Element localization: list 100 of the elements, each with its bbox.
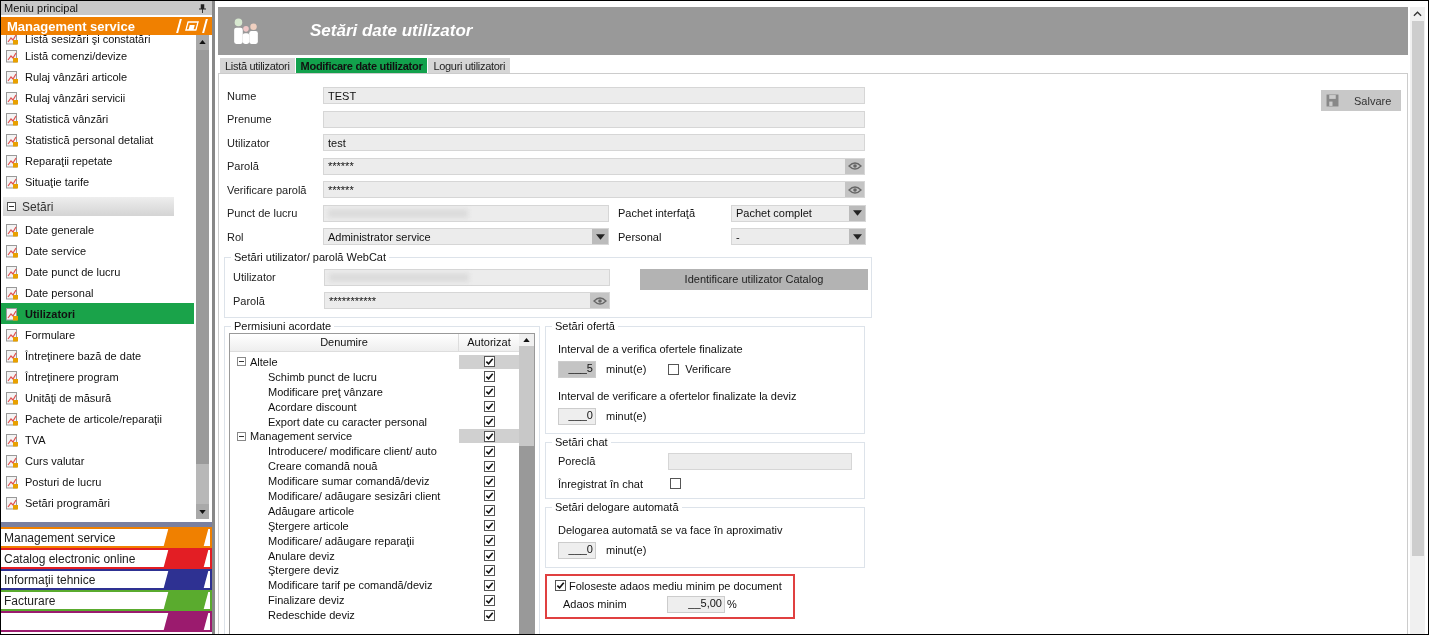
checkbox[interactable] [483,460,495,472]
text-field[interactable] [668,452,852,470]
checkbox[interactable] [483,594,495,606]
identify-button[interactable]: Identificare utilizator Catalog [640,268,868,290]
checkbox[interactable] [483,475,495,487]
menu-item[interactable]: Listă comenzi/devize [1,45,196,66]
checkbox[interactable] [483,401,495,413]
scrollbar[interactable] [196,35,209,519]
document-chart-icon [5,90,19,105]
scroll-down-icon[interactable] [199,510,206,514]
checkbox[interactable] [483,535,495,547]
menu-item[interactable]: Situaţie tarife [1,171,196,192]
tree-node[interactable]: Altele [230,355,459,368]
dropdown[interactable]: Administrator service [323,228,609,246]
collapse-icon[interactable] [7,202,16,211]
nav-section-button[interactable] [1,611,212,632]
dropdown[interactable]: - [731,228,866,246]
collapse-icon[interactable] [237,357,246,367]
menu-item[interactable]: Date service [1,240,196,261]
checkbox[interactable] [483,416,495,427]
menu-item[interactable]: Setări programări [1,492,196,513]
menu-item[interactable]: TVA [1,429,196,450]
checkbox[interactable] [483,550,495,561]
scroll-up-icon[interactable] [523,337,530,342]
tab[interactable]: Modificare date utilizator [295,58,428,73]
checkbox[interactable] [670,478,681,489]
menu-item[interactable]: Întreţinere bază de date [1,345,196,366]
tree-node[interactable]: Management service [230,430,459,443]
menu-item[interactable]: Rulaj vânzări servicii [1,87,196,108]
scrollbar[interactable] [519,333,534,634]
column-header[interactable]: Denumire [230,333,459,351]
menu-item[interactable]: Unităţi de măsură [1,387,196,408]
save-button[interactable]: Salvare [1321,90,1401,111]
blurred-field[interactable] [324,268,610,286]
menu-group-header[interactable]: Setări [3,197,174,216]
column-header[interactable]: Autorizat [459,333,519,351]
menu-item[interactable]: Utilizatori [1,303,194,324]
collapse-icon[interactable] [237,431,246,441]
menu-item[interactable]: Pachete de articole/reparaţii [1,408,196,429]
checkbox[interactable] [483,386,495,398]
menu-item[interactable]: Date punct de lucru [1,261,196,282]
menu-item[interactable]: Date generale [1,219,196,240]
document-chart-icon [5,132,19,147]
nav-section-button[interactable]: Catalog electronic online [1,548,212,569]
permission-name: Finalizare deviz [267,594,346,607]
password-field[interactable]: ****** [323,181,865,199]
password-field[interactable]: *********** [324,292,610,310]
checkbox[interactable] [483,609,495,621]
nav-section-button[interactable]: Informaţii tehnice [1,569,212,590]
checkbox[interactable] [483,356,495,368]
text-field[interactable] [323,110,865,128]
checkbox[interactable] [483,371,495,383]
field-label: Pachet interfaţă [617,207,697,220]
menu-item[interactable]: Statistică vânzări [1,108,196,129]
menu-item[interactable]: Curs valutar [1,450,196,471]
dropdown[interactable]: Pachet complet [731,204,866,222]
permission-name: Modificare sumar comandă/deviz [267,475,431,488]
scroll-up-icon[interactable] [199,40,206,44]
checkbox[interactable] [483,579,495,591]
checkbox[interactable] [483,505,495,517]
field-label: Adaos minim [563,598,628,610]
checkbox[interactable] [483,520,495,532]
nav-section-button[interactable]: Management service [1,527,212,548]
checkbox[interactable] [483,430,495,442]
tab[interactable]: Listă utilizatori [220,58,295,73]
checkbox[interactable] [483,564,495,576]
tab[interactable]: Loguri utilizatori [428,58,511,73]
menu-item[interactable]: Statistică personal detaliat [1,129,196,150]
checkbox[interactable] [555,580,566,591]
number-field[interactable]: ___0 [558,407,596,425]
field-label: Verificare parolă [227,183,308,196]
checkbox[interactable] [483,490,495,502]
menu-item[interactable]: Rulaj vânzări articole [1,66,196,87]
number-field[interactable]: __5,00 [667,595,725,613]
text-field[interactable]: TEST [323,87,865,105]
password-field[interactable]: ****** [323,157,865,175]
menu-item[interactable]: Întreţinere program [1,366,196,387]
permission-name: Modificare/ adăugare reparaţii [267,534,416,547]
field-label: Parolă [233,294,266,307]
scrollbar[interactable] [1410,7,1425,634]
menu-item[interactable]: Listă sesizări şi constatări [1,35,196,45]
document-chart-icon [5,369,19,384]
blurred-field[interactable] [323,204,609,222]
scroll-up-icon[interactable] [1413,11,1422,17]
menu-item[interactable]: Reparaţii repetate [1,150,196,171]
nav-section-button[interactable]: Facturare [1,590,212,611]
eye-icon[interactable] [590,293,609,309]
eye-icon[interactable] [845,182,864,198]
document-chart-icon [5,390,19,405]
document-chart-icon [5,495,19,510]
menu-item[interactable]: Formulare [1,324,196,345]
pin-icon[interactable] [199,3,206,13]
permission-name: Modificare preţ vânzare [267,385,384,398]
menu-item[interactable]: Posturi de lucru [1,471,196,492]
document-chart-icon [5,285,19,300]
eye-icon[interactable] [845,158,864,174]
checkbox[interactable] [483,445,495,457]
text-field[interactable]: test [323,134,865,152]
menu-item[interactable]: Date personal [1,282,196,303]
number-field[interactable]: ___0 [558,541,596,559]
